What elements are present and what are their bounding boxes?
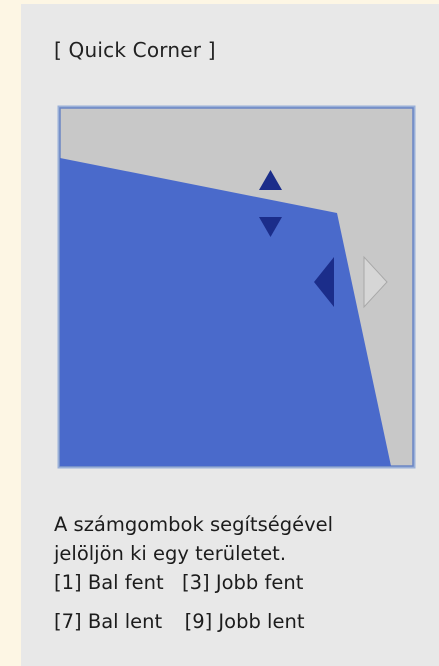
- corner-keys-top: [1] Bal fent [3] Jobb fent: [54, 568, 333, 597]
- corner-key-3: [3] Jobb fent: [182, 571, 304, 594]
- instruction-line-1: A számgombok segítségével: [54, 513, 334, 536]
- corner-key-7: [7] Bal lent: [54, 610, 163, 633]
- panel-title: [ Quick Corner ]: [54, 38, 216, 62]
- corner-key-1: [1] Bal fent: [54, 571, 164, 594]
- instruction-line-2: jelöljön ki egy területet.: [54, 542, 287, 565]
- instructions: A számgombok segítségével jelöljön ki eg…: [54, 510, 333, 636]
- quick-corner-panel: [ Quick Corner ] A számgombok segítségév…: [21, 4, 439, 666]
- corner-key-9: [9] Jobb lent: [184, 610, 305, 633]
- corner-keys-bottom: [7] Bal lent [9] Jobb lent: [54, 607, 333, 636]
- corner-preview: [57, 105, 416, 469]
